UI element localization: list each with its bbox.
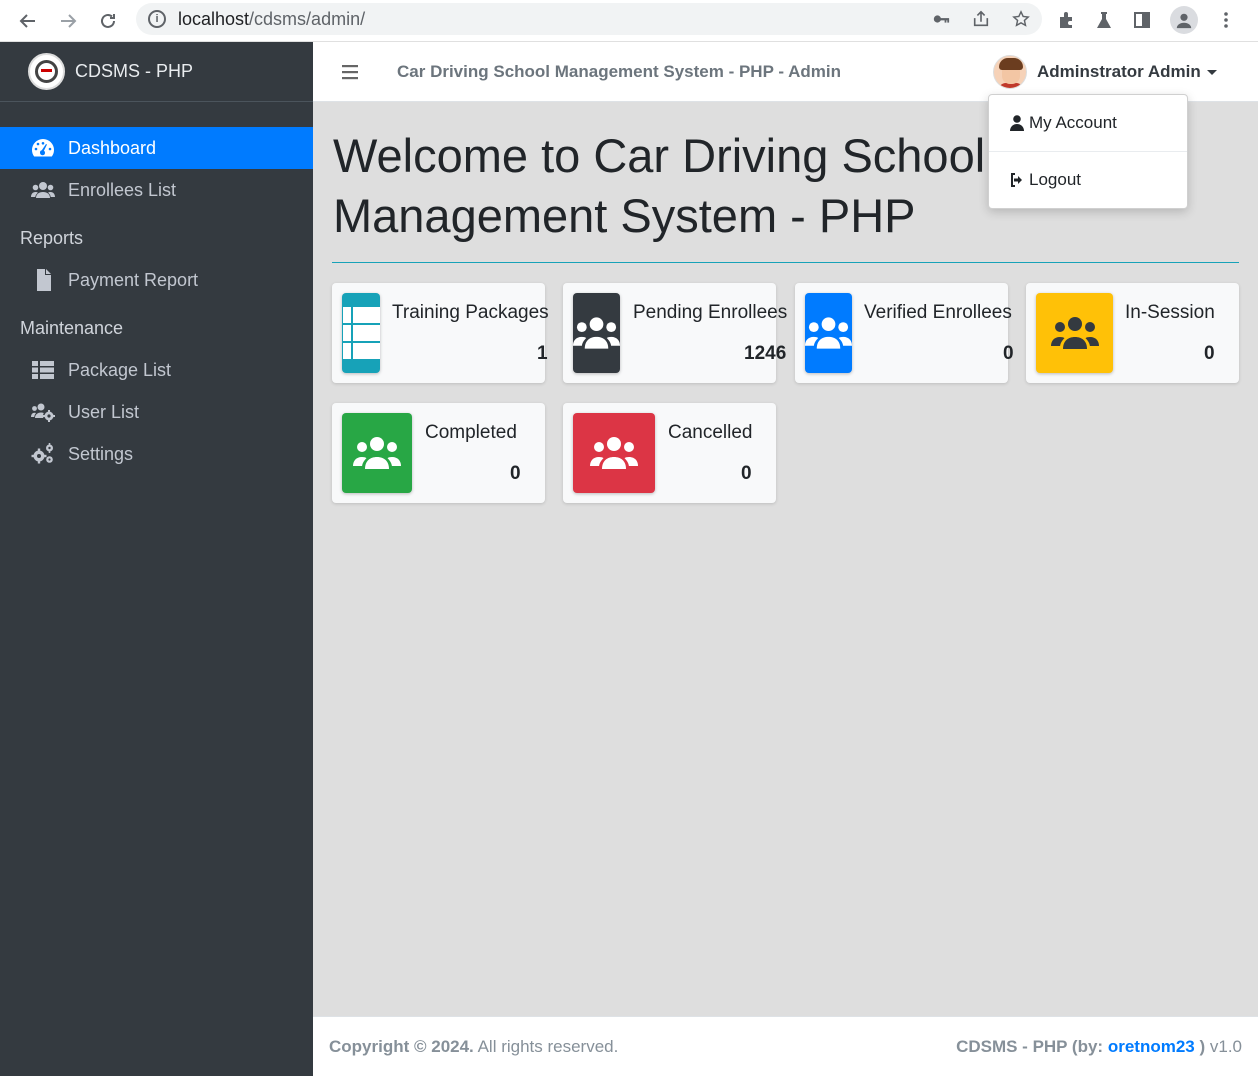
- page-title: Car Driving School Management System - P…: [397, 61, 841, 81]
- brand-name: CDSMS - PHP: [75, 61, 194, 81]
- users-icon: [342, 413, 412, 493]
- side-panel-icon[interactable]: [1132, 10, 1152, 30]
- info-box-label: Completed: [425, 422, 517, 443]
- footer-credits: CDSMS - PHP (by: oretnom23 ) v1.0: [956, 1036, 1242, 1056]
- reload-icon[interactable]: [88, 3, 128, 39]
- table-icon: [30, 359, 56, 381]
- info-box-label: Verified Enrollees: [864, 302, 1012, 323]
- users-icon: [1036, 293, 1113, 373]
- user-icon: [1010, 115, 1024, 131]
- logout-link[interactable]: Logout: [989, 152, 1187, 208]
- info-box-value: 0: [510, 463, 521, 484]
- avatar: [993, 55, 1027, 89]
- bookmark-star-icon[interactable]: [1012, 10, 1030, 28]
- info-box-value: 1: [537, 343, 548, 364]
- sidebar-header-reports: Reports: [20, 227, 84, 248]
- tachometer-icon: [30, 137, 56, 159]
- url-text: localhost/cdsms/admin/: [178, 8, 366, 29]
- info-box-value: 1246: [744, 343, 787, 364]
- info-box-pending-enrollees: Pending Enrollees 1246: [563, 283, 787, 383]
- sidebar-item-payment-report[interactable]: Payment Report: [0, 259, 313, 301]
- info-box-value: 0: [1003, 343, 1014, 364]
- info-box-value: 0: [741, 463, 752, 484]
- info-box-label: Pending Enrollees: [633, 302, 788, 323]
- lab-flask-icon[interactable]: [1094, 10, 1114, 30]
- sidebar-item-dashboard[interactable]: Dashboard: [0, 127, 313, 169]
- sidebar-item-settings[interactable]: Settings: [0, 433, 313, 475]
- sidebar-item-label: Payment Report: [68, 269, 199, 290]
- extensions-icon[interactable]: [1056, 10, 1076, 30]
- sign-out-icon: [1011, 173, 1022, 187]
- hamburger-menu-icon[interactable]: [313, 42, 389, 102]
- share-icon[interactable]: [972, 10, 990, 28]
- user-name: Adminstrator Admin: [1037, 62, 1201, 81]
- sidebar-item-label: Settings: [68, 443, 134, 464]
- users-icon: [573, 293, 620, 373]
- author-link[interactable]: oretnom23: [1108, 1037, 1195, 1056]
- address-bar[interactable]: i localhost/cdsms/admin/: [136, 3, 1042, 35]
- footer-copyright: Copyright © 2024. All rights reserved.: [329, 1036, 619, 1056]
- sidebar-item-label: Dashboard: [68, 137, 157, 158]
- forward-icon[interactable]: [48, 3, 88, 39]
- brand-link[interactable]: CDSMS - PHP: [0, 42, 313, 102]
- table-icon: [342, 293, 380, 373]
- sidebar-item-enrollees-list[interactable]: Enrollees List: [0, 169, 313, 211]
- my-account-label: My Account: [1029, 113, 1117, 132]
- profile-icon[interactable]: [1170, 6, 1198, 34]
- main-content: Welcome to Car Driving School Management…: [313, 102, 1258, 1016]
- info-box-in-session: In-Session 0: [1026, 283, 1239, 383]
- info-box-training-packages: Training Packages 1: [332, 283, 549, 383]
- menu-kebab-icon[interactable]: [1216, 10, 1236, 30]
- info-box-value: 0: [1204, 343, 1215, 364]
- brand-logo: [28, 53, 65, 90]
- users-icon: [805, 293, 852, 373]
- sidebar-nav: Dashboard Enrollees List Reports Payment…: [0, 102, 313, 475]
- file-icon: [30, 269, 56, 291]
- users-cog-icon: [30, 401, 56, 423]
- info-box-completed: Completed 0: [332, 403, 545, 503]
- info-box-label: In-Session: [1125, 302, 1215, 323]
- user-menu-toggle[interactable]: Adminstrator Admin: [993, 54, 1217, 90]
- user-dropdown-menu: My Account Logout: [988, 94, 1188, 209]
- key-icon[interactable]: [932, 10, 950, 28]
- browser-toolbar: i localhost/cdsms/admin/: [0, 0, 1258, 42]
- users-icon: [30, 179, 56, 201]
- sidebar-item-package-list[interactable]: Package List: [0, 349, 313, 391]
- sidebar-item-user-list[interactable]: User List: [0, 391, 313, 433]
- sidebar-item-label: User List: [68, 401, 140, 422]
- sidebar-header-maintenance: Maintenance: [20, 317, 124, 338]
- cogs-icon: [30, 443, 56, 465]
- site-info-icon[interactable]: i: [148, 10, 166, 28]
- divider: [332, 262, 1239, 263]
- info-box-label: Training Packages: [392, 302, 549, 323]
- caret-down-icon: [1206, 69, 1217, 75]
- sidebar-item-label: Package List: [68, 359, 172, 380]
- footer: Copyright © 2024. All rights reserved. C…: [313, 1016, 1258, 1076]
- top-navbar: Car Driving School Management System - P…: [313, 42, 1258, 102]
- my-account-link[interactable]: My Account: [989, 95, 1187, 151]
- info-box-verified-enrollees: Verified Enrollees 0: [795, 283, 1014, 383]
- back-icon[interactable]: [8, 3, 48, 39]
- sidebar: CDSMS - PHP Dashboard Enrollees List Rep…: [0, 42, 313, 1076]
- logout-label: Logout: [1029, 170, 1081, 189]
- info-box-cancelled: Cancelled 0: [563, 403, 776, 503]
- sidebar-item-label: Enrollees List: [68, 179, 177, 200]
- users-icon: [573, 413, 655, 493]
- info-box-label: Cancelled: [668, 422, 753, 443]
